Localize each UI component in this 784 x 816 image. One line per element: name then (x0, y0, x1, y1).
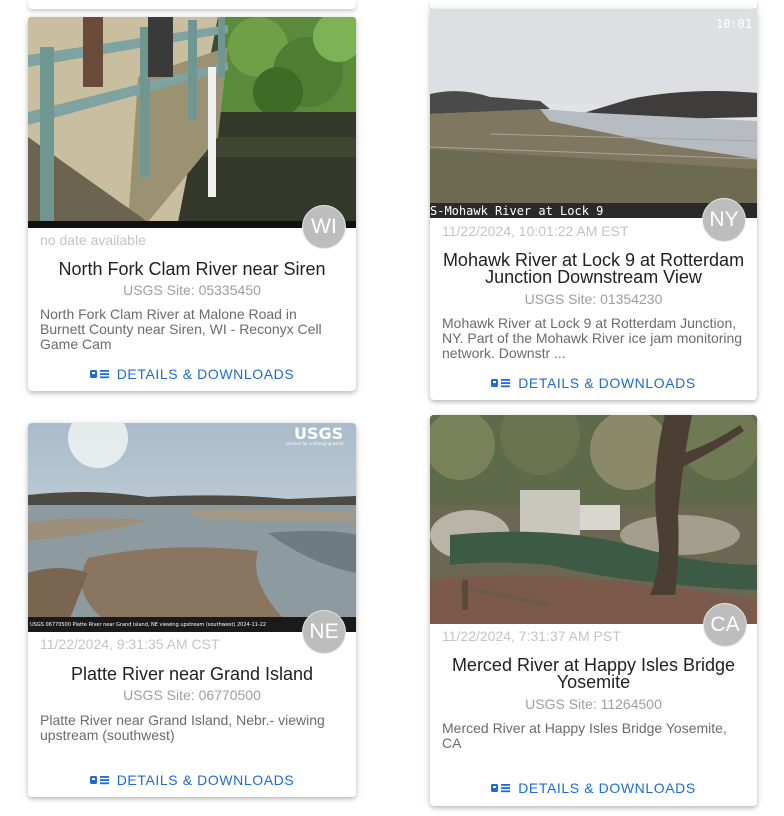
webcam-image[interactable]: USGS 06770500 Platte River near Grand Is… (28, 423, 356, 632)
list-details-icon (491, 781, 511, 797)
camera-card-ca[interactable]: CA 11/22/2024, 7:31:37 AM PST Merced Riv… (430, 415, 757, 806)
usgs-site-id: USGS Site: 11264500 (525, 696, 662, 712)
usgs-site-id: USGS Site: 01354230 (524, 291, 663, 307)
state-badge: NY (702, 198, 746, 242)
image-date: no date available (40, 232, 146, 248)
card-description: North Fork Clam River at Malone Road in … (40, 306, 322, 352)
details-downloads-button[interactable]: DETAILS & DOWNLOADS (28, 772, 356, 789)
list-details-icon (89, 367, 109, 383)
image-date: 11/22/2024, 10:01:22 AM EST (442, 223, 629, 239)
details-downloads-button[interactable]: DETAILS & DOWNLOADS (430, 780, 757, 797)
webcam-image[interactable]: S-Mohawk River at Lock 9 10:01 (430, 9, 757, 218)
previous-card-edge (430, 0, 757, 9)
details-downloads-label: DETAILS & DOWNLOADS (518, 780, 696, 796)
card-title: Platte River near Grand Island (70, 664, 314, 684)
card-description: Merced River at Happy Isles Bridge Yosem… (442, 720, 727, 751)
camera-card-wi[interactable]: WI no date available North Fork Clam Riv… (28, 17, 356, 391)
list-details-icon (491, 376, 511, 392)
image-date: 11/22/2024, 9:31:35 AM CST (40, 636, 220, 652)
previous-card-edge (28, 0, 356, 9)
camera-card-ny[interactable]: S-Mohawk River at Lock 9 10:01 NY 11/22/… (430, 9, 757, 400)
image-caption: USGS 06770500 Platte River near Grand Is… (30, 622, 266, 628)
camera-card-ne[interactable]: USGS 06770500 Platte River near Grand Is… (28, 423, 356, 797)
details-downloads-label: DETAILS & DOWNLOADS (116, 772, 295, 788)
card-description: Mohawk River at Lock 9 at Rotterdam Junc… (442, 315, 743, 361)
list-details-icon (89, 773, 109, 789)
card-description: Platte River near Grand Island, Nebr.- v… (40, 712, 325, 743)
card-title: North Fork Clam River near Siren (58, 259, 326, 279)
usgs-site-id: USGS Site: 05335450 (123, 282, 261, 298)
state-badge: CA (703, 603, 747, 647)
image-caption: S-Mohawk River at Lock 9 (430, 204, 603, 218)
state-badge: WI (302, 205, 346, 249)
webcam-image[interactable] (28, 17, 356, 228)
webcam-image[interactable] (430, 415, 757, 624)
details-downloads-label: DETAILS & DOWNLOADS (116, 366, 295, 382)
details-downloads-button[interactable]: DETAILS & DOWNLOADS (430, 375, 757, 392)
state-badge: NE (302, 610, 346, 654)
image-date: 11/22/2024, 7:31:37 AM PST (442, 628, 621, 644)
card-title: Merced River at Happy Isles Bridge Yosem… (451, 655, 736, 692)
usgs-logo-tagline: science for a changing world (286, 441, 344, 446)
details-downloads-label: DETAILS & DOWNLOADS (518, 375, 696, 391)
image-timestamp: 10:01 (716, 17, 752, 31)
details-downloads-button[interactable]: DETAILS & DOWNLOADS (28, 366, 356, 383)
card-title: Mohawk River at Lock 9 at Rotterdam Junc… (442, 250, 745, 287)
usgs-site-id: USGS Site: 06770500 (123, 687, 261, 703)
